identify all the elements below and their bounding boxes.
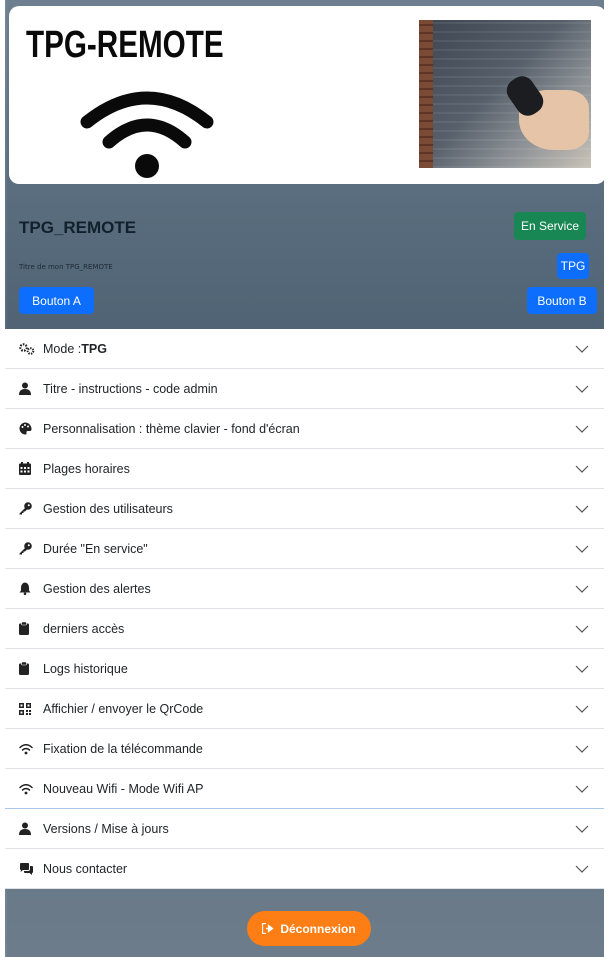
chevron-down-icon — [575, 345, 589, 353]
clipboard-icon — [19, 622, 37, 636]
chevron-down-icon — [575, 865, 589, 873]
chevron-down-icon — [575, 705, 589, 713]
palette-icon — [19, 422, 37, 436]
accordion-label: Gestion des utilisateurs — [43, 501, 173, 516]
banner-title: TPG-REMOTE — [26, 24, 224, 66]
chevron-down-icon — [575, 465, 589, 473]
chevron-down-icon — [575, 785, 589, 793]
chevron-down-icon — [575, 665, 589, 673]
accordion-label: derniers accès — [43, 621, 125, 636]
wifi-icon — [19, 742, 37, 756]
accordion-label: Affichier / envoyer le QrCode — [43, 701, 204, 716]
accordion-item-nouveau-wifi[interactable]: Nouveau Wifi - Mode Wifi AP — [5, 769, 604, 809]
sign-out-icon — [262, 923, 274, 934]
device-name: TPG_REMOTE — [19, 218, 137, 237]
accordion-item-gestion-alertes[interactable]: Gestion des alertes — [5, 569, 604, 609]
calendar-icon — [19, 462, 37, 476]
chevron-down-icon — [575, 585, 589, 593]
comments-icon — [19, 862, 37, 876]
en-service-button[interactable]: En Service — [514, 212, 586, 240]
accordion-item-nous-contacter[interactable]: Nous contacter — [5, 849, 604, 889]
user-icon — [19, 382, 37, 396]
chevron-down-icon — [575, 825, 589, 833]
accordion-item-logs-historique[interactable]: Logs historique — [5, 649, 604, 689]
accordion-label: Logs historique — [43, 661, 128, 676]
header-banner: TPG-REMOTE — [9, 6, 604, 184]
logout-button[interactable]: Déconnexion — [247, 911, 371, 946]
logout-label: Déconnexion — [280, 921, 356, 936]
accordion-label: Versions / Mise à jours — [43, 821, 169, 836]
clipboard-icon — [19, 662, 37, 676]
accordion-item-titre[interactable]: Titre - instructions - code admin — [5, 369, 604, 409]
tpg-mode-button[interactable]: TPG — [557, 253, 589, 279]
accordion-item-duree-en-service[interactable]: Durée "En service" — [5, 529, 604, 569]
accordion-item-gestion-utilisateurs[interactable]: Gestion des utilisateurs — [5, 489, 604, 529]
device-subtitle: Titre de mon TPG_REMOTE — [19, 263, 113, 271]
accordion-label: Plages horaires — [43, 461, 130, 476]
settings-accordion: Mode :TPG Titre - instructions - code ad… — [5, 329, 604, 889]
bouton-a-button[interactable]: Bouton A — [19, 287, 94, 314]
chevron-down-icon — [575, 425, 589, 433]
accordion-label: Fixation de la télécommande — [43, 741, 203, 756]
chevron-down-icon — [575, 385, 589, 393]
chevron-down-icon — [575, 505, 589, 513]
key-icon — [19, 502, 37, 516]
accordion-label: Nouveau Wifi - Mode Wifi AP — [43, 781, 204, 796]
accordion-label: Mode :TPG — [43, 341, 107, 356]
chevron-down-icon — [575, 745, 589, 753]
accordion-item-plages-horaires[interactable]: Plages horaires — [5, 449, 604, 489]
garage-remote-photo — [419, 20, 591, 168]
accordion-item-versions[interactable]: Versions / Mise à jours — [5, 809, 604, 849]
accordion-item-derniers-acces[interactable]: derniers accès — [5, 609, 604, 649]
accordion-label: Durée "En service" — [43, 541, 148, 556]
accordion-item-mode[interactable]: Mode :TPG — [5, 329, 604, 369]
qrcode-icon — [19, 702, 37, 716]
user-icon — [19, 822, 37, 836]
bouton-b-button[interactable]: Bouton B — [527, 287, 597, 314]
chevron-down-icon — [575, 625, 589, 633]
app-page: TPG-REMOTE TPG_REMOTE Titre de mon TPG_R… — [5, 0, 604, 957]
accordion-label: Nous contacter — [43, 861, 128, 876]
accordion-label: Gestion des alertes — [43, 581, 151, 596]
key-icon — [19, 542, 37, 556]
bell-icon — [19, 582, 37, 596]
accordion-item-fixation-telecommande[interactable]: Fixation de la télécommande — [5, 729, 604, 769]
wifi-logo-icon — [80, 91, 214, 178]
gears-icon — [19, 342, 37, 356]
wifi-icon — [19, 782, 37, 796]
accordion-label: Titre - instructions - code admin — [43, 381, 218, 396]
accordion-item-qrcode[interactable]: Affichier / envoyer le QrCode — [5, 689, 604, 729]
accordion-label: Personnalisation : thème clavier - fond … — [43, 421, 300, 436]
mode-value: TPG — [81, 341, 107, 356]
chevron-down-icon — [575, 545, 589, 553]
accordion-item-personnalisation[interactable]: Personnalisation : thème clavier - fond … — [5, 409, 604, 449]
